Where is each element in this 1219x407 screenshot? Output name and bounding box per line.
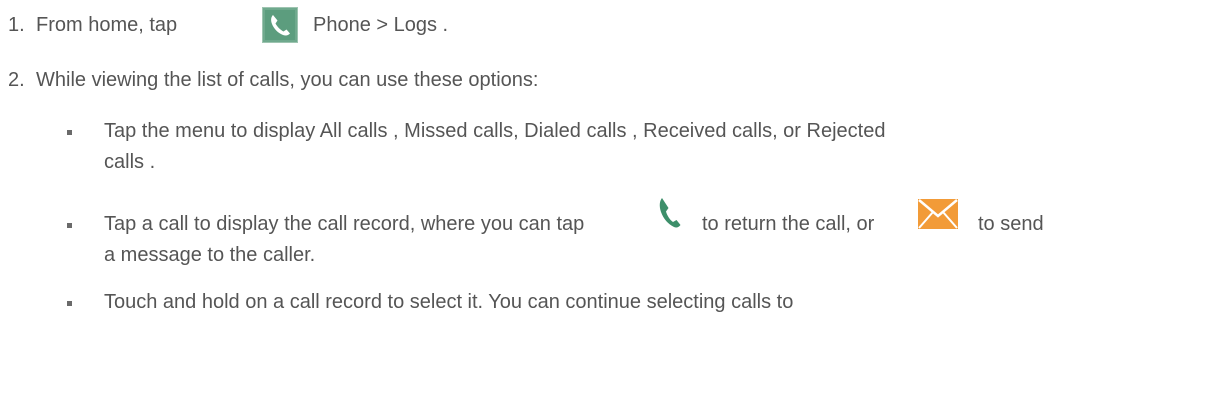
bullet-marker (67, 223, 72, 228)
bullet-marker (67, 301, 72, 306)
step-text: While viewing the list of calls, you can… (36, 69, 539, 91)
envelope-icon (918, 199, 958, 229)
bullet-text-line: Tap the menu to display All calls , Miss… (104, 120, 886, 142)
bullet-text-part: Tap a call to display the call record, w… (104, 213, 585, 235)
bullet-text-line: a message to the caller. (104, 244, 316, 266)
step-number: 1. (8, 14, 25, 36)
bullet-text-part: to send (978, 213, 1044, 235)
step-text-after-icon: Phone > Logs . (313, 14, 449, 36)
step-text: From home, tap (36, 14, 178, 36)
bullet-text-line: calls . (104, 151, 156, 173)
bullet-marker (67, 130, 72, 135)
step-number: 2. (8, 69, 25, 91)
phone-icon (659, 198, 681, 228)
phone-app-icon (262, 7, 298, 43)
bullet-text-part: to return the call, or (702, 213, 875, 235)
bullet-text-line: Touch and hold on a call record to selec… (104, 291, 794, 313)
